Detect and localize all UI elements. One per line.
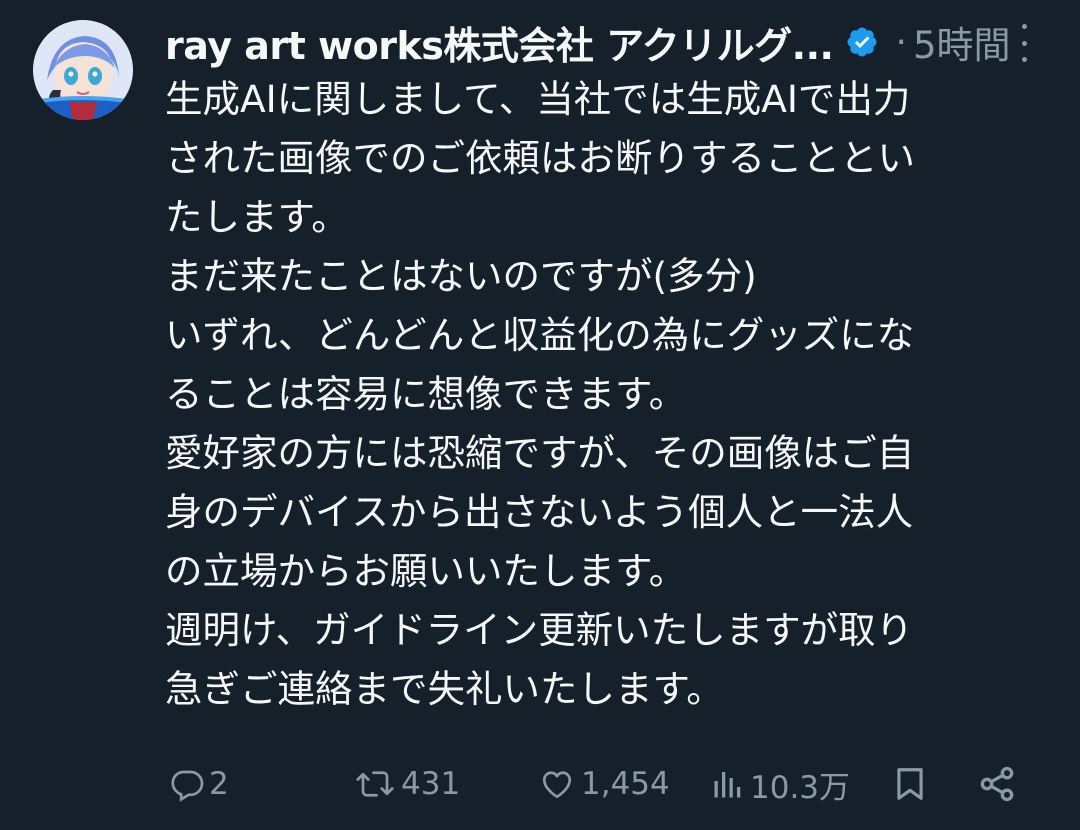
more-dot [1021, 57, 1027, 62]
avatar-illustration [33, 20, 133, 120]
more-dot [1021, 24, 1027, 29]
tweet-text-line: 急ぎご連絡まで失礼いたします。 [165, 667, 724, 711]
tweet-text-line: まだ来たことはないのですが(多分) [165, 254, 757, 298]
tweet-text-line: 身のデバイスから出さないよう個人と一法人 [165, 490, 914, 534]
views-icon [714, 772, 741, 798]
bookmark-icon [897, 768, 923, 800]
tweet-text-line: の立場からお願いいたします。 [165, 549, 687, 593]
tweet-text-line: 週明け、ガイドライン更新いたしますが取り [165, 608, 914, 652]
retweet-count: 431 [401, 766, 461, 802]
tweet-text-line: 愛好家の方には恐縮ですが、その画像はご自 [165, 431, 915, 475]
tweet-text-line: 生成AIに関しまして、当社では生成AIで出力 [165, 77, 911, 121]
like-count: 1,454 [581, 766, 670, 802]
tweet-header: ray art works株式会社 アクリルグ... · 5時間 [165, 14, 1010, 70]
timestamp[interactable]: 5時間 [913, 15, 1011, 69]
tweet-text-line: ることは容易に想像できます。 [165, 372, 687, 416]
share-button[interactable] [977, 758, 1017, 810]
retweet-icon [356, 771, 394, 797]
reply-icon [171, 770, 204, 802]
like-icon [542, 771, 572, 799]
share-icon [980, 766, 1014, 802]
retweet-button[interactable]: 431 [353, 758, 460, 810]
tweet-body: 生成AIに関しまして、当社では生成AIで出力 された画像でのご依頼はお断りするこ… [165, 70, 1055, 719]
tweet-text-line: いずれ、どんどんと収益化の為にグッズにな [165, 313, 915, 357]
tweet-text-line: たします。 [165, 195, 349, 239]
more-icon[interactable] [1012, 24, 1036, 62]
avatar[interactable] [33, 20, 133, 120]
tweet-text-line: された画像でのご依頼はお断りすることとい [165, 136, 915, 180]
views-button[interactable]: 10.3万 [710, 758, 850, 810]
display-name[interactable]: ray art works株式会社 アクリルグ... [165, 15, 834, 70]
views-count: 10.3万 [750, 769, 851, 806]
bookmark-button[interactable] [891, 758, 929, 810]
tweet: ray art works株式会社 アクリルグ... · 5時間 生成AIに関し… [0, 0, 1080, 830]
reply-count: 2 [209, 766, 229, 802]
action-bar: 2 431 1,454 10.3万 [165, 758, 1035, 810]
verified-badge-icon [847, 27, 878, 57]
more-dot [1021, 40, 1027, 46]
separator-dot: · [895, 21, 907, 63]
reply-button[interactable]: 2 [169, 758, 229, 810]
like-button[interactable]: 1,454 [537, 758, 670, 810]
